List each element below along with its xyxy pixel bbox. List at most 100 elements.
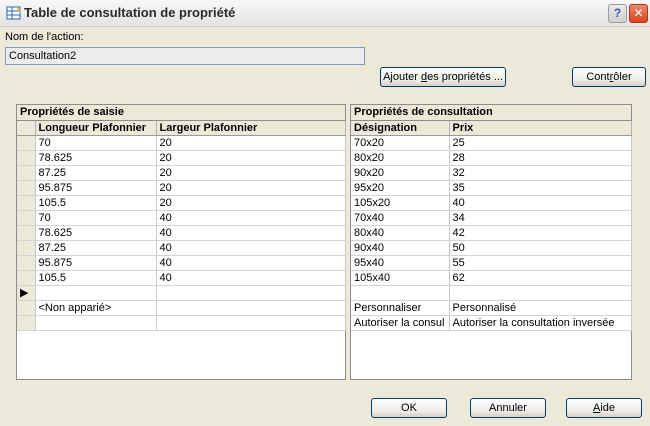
- designation-cell[interactable]: 80x20: [351, 150, 450, 166]
- length-cell[interactable]: [35, 285, 157, 301]
- unmatched-row[interactable]: <Non apparié>: [17, 300, 346, 316]
- column-header[interactable]: Prix: [449, 121, 632, 136]
- width-cell[interactable]: 40: [156, 210, 346, 226]
- width-cell[interactable]: [156, 315, 346, 331]
- row-header[interactable]: [17, 135, 36, 151]
- help-icon[interactable]: ?: [608, 4, 627, 23]
- designation-cell[interactable]: 95x40: [351, 255, 450, 271]
- row-header[interactable]: [17, 210, 36, 226]
- table-row[interactable]: 105.5 20: [17, 195, 346, 211]
- price-cell[interactable]: 28: [449, 150, 632, 166]
- title-bar[interactable]: Table de consultation de propriété ? ✕: [0, 0, 650, 27]
- row-header[interactable]: [17, 300, 36, 316]
- designation-cell[interactable]: Personnaliser: [351, 300, 450, 316]
- row-header[interactable]: [17, 195, 36, 211]
- row-header[interactable]: [17, 315, 36, 331]
- ok-button[interactable]: OK: [371, 398, 447, 418]
- unmatched-cell[interactable]: <Non apparié>: [35, 300, 157, 316]
- cancel-button[interactable]: Annuler: [470, 398, 546, 418]
- length-cell[interactable]: 87.25: [35, 240, 157, 256]
- price-cell[interactable]: 32: [449, 165, 632, 181]
- table-row[interactable]: 70x40 34: [351, 210, 632, 226]
- width-cell[interactable]: 20: [156, 195, 346, 211]
- row-header[interactable]: [17, 150, 36, 166]
- length-cell[interactable]: 95.875: [35, 180, 157, 196]
- price-cell[interactable]: Autoriser la consultation inversée: [449, 315, 632, 331]
- designation-cell[interactable]: 90x40: [351, 240, 450, 256]
- table-row[interactable]: 90x40 50: [351, 240, 632, 256]
- check-button[interactable]: Contrôler: [572, 67, 646, 87]
- table-row[interactable]: 95x20 35: [351, 180, 632, 196]
- designation-cell[interactable]: 70x20: [351, 135, 450, 151]
- price-cell[interactable]: 40: [449, 195, 632, 211]
- table-row[interactable]: 95.875 20: [17, 180, 346, 196]
- length-cell[interactable]: 70: [35, 135, 157, 151]
- table-row[interactable]: 78.625 20: [17, 150, 346, 166]
- width-cell[interactable]: 20: [156, 165, 346, 181]
- width-cell[interactable]: [156, 285, 346, 301]
- table-row[interactable]: 90x20 32: [351, 165, 632, 181]
- length-cell[interactable]: 78.625: [35, 225, 157, 241]
- table-row[interactable]: [351, 285, 632, 301]
- close-icon[interactable]: ✕: [629, 4, 648, 23]
- price-cell[interactable]: Personnalisé: [449, 300, 632, 316]
- column-header[interactable]: Désignation: [351, 121, 450, 136]
- designation-cell[interactable]: 90x20: [351, 165, 450, 181]
- price-cell[interactable]: 55: [449, 255, 632, 271]
- table-row[interactable]: 70 40: [17, 210, 346, 226]
- new-row-arrow-icon[interactable]: ▶: [17, 285, 36, 301]
- width-cell[interactable]: 20: [156, 135, 346, 151]
- row-header[interactable]: [17, 165, 36, 181]
- table-row[interactable]: 80x20 28: [351, 150, 632, 166]
- price-cell[interactable]: 35: [449, 180, 632, 196]
- width-cell[interactable]: 40: [156, 240, 346, 256]
- designation-cell[interactable]: Autoriser la consul: [351, 315, 450, 331]
- input-properties-grid[interactable]: Longueur Plafonnier Largeur Plafonnier 7…: [17, 121, 346, 331]
- table-row[interactable]: 80x40 42: [351, 225, 632, 241]
- table-row[interactable]: 95x40 55: [351, 255, 632, 271]
- length-cell[interactable]: 78.625: [35, 150, 157, 166]
- help-button[interactable]: Aide: [566, 398, 642, 418]
- width-cell[interactable]: 40: [156, 270, 346, 286]
- row-header[interactable]: [17, 270, 36, 286]
- designation-cell[interactable]: 95x20: [351, 180, 450, 196]
- reverse-lookup-row[interactable]: Autoriser la consul Autoriser la consulta…: [351, 315, 632, 331]
- price-cell[interactable]: 62: [449, 270, 632, 286]
- table-row[interactable]: 95.875 40: [17, 255, 346, 271]
- designation-cell[interactable]: 70x40: [351, 210, 450, 226]
- length-cell[interactable]: [35, 315, 157, 331]
- row-header[interactable]: [17, 240, 36, 256]
- row-header[interactable]: [17, 255, 36, 271]
- price-cell[interactable]: 42: [449, 225, 632, 241]
- designation-cell[interactable]: [351, 285, 450, 301]
- width-cell[interactable]: 20: [156, 180, 346, 196]
- length-cell[interactable]: 105.5: [35, 195, 157, 211]
- length-cell[interactable]: 105.5: [35, 270, 157, 286]
- action-name-field[interactable]: Consultation2: [5, 47, 365, 65]
- price-cell[interactable]: 25: [449, 135, 632, 151]
- designation-cell[interactable]: 105x40: [351, 270, 450, 286]
- length-cell[interactable]: 87.25: [35, 165, 157, 181]
- width-cell[interactable]: 40: [156, 225, 346, 241]
- length-cell[interactable]: 70: [35, 210, 157, 226]
- width-cell[interactable]: [156, 300, 346, 316]
- table-row[interactable]: 78.625 40: [17, 225, 346, 241]
- custom-row[interactable]: Personnaliser Personnalisé: [351, 300, 632, 316]
- table-row[interactable]: 87.25 40: [17, 240, 346, 256]
- add-properties-button[interactable]: Ajouter des propriétés ...: [380, 67, 506, 87]
- column-header[interactable]: Largeur Plafonnier: [156, 121, 346, 136]
- designation-cell[interactable]: 105x20: [351, 195, 450, 211]
- column-header[interactable]: Longueur Plafonnier: [35, 121, 157, 136]
- designation-cell[interactable]: 80x40: [351, 225, 450, 241]
- price-cell[interactable]: 34: [449, 210, 632, 226]
- lookup-properties-grid[interactable]: Désignation Prix 70x20 25 80x20 28 90x20 32 95…: [351, 121, 632, 331]
- width-cell[interactable]: 40: [156, 255, 346, 271]
- table-row[interactable]: [17, 315, 346, 331]
- table-row[interactable]: 105.5 40: [17, 270, 346, 286]
- price-cell[interactable]: [449, 285, 632, 301]
- length-cell[interactable]: 95.875: [35, 255, 157, 271]
- price-cell[interactable]: 50: [449, 240, 632, 256]
- row-header[interactable]: [17, 225, 36, 241]
- table-row[interactable]: 70 20: [17, 135, 346, 151]
- new-row[interactable]: ▶: [17, 285, 346, 301]
